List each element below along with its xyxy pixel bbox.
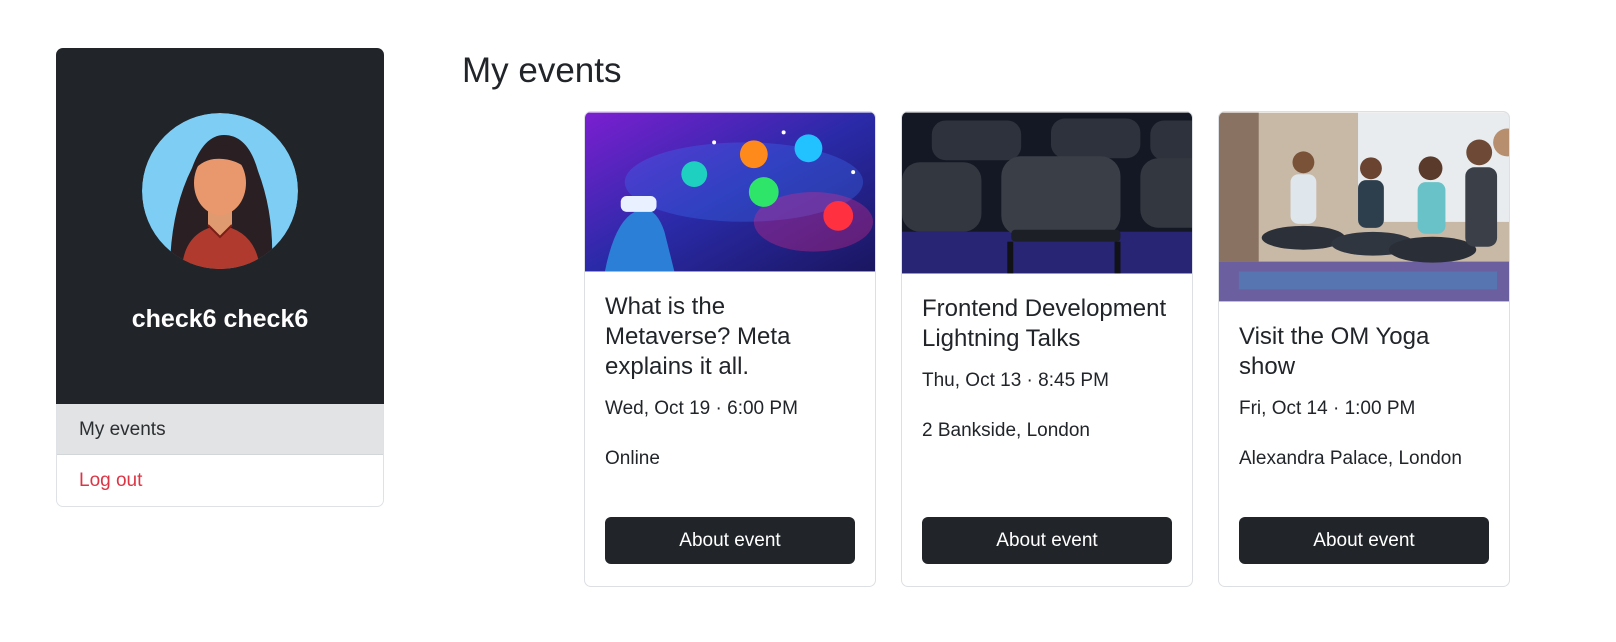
profile-card: check6 check6 <box>56 48 384 404</box>
event-location: 2 Bankside, London <box>922 420 1090 441</box>
event-date: Thu, Oct 13 · 8:45 PM <box>922 370 1109 391</box>
event-date: Wed, Oct 19 · 6:00 PM <box>605 398 798 419</box>
event-title: Visit the OM Yoga show <box>1239 323 1430 380</box>
about-event-button[interactable]: About event <box>605 517 855 564</box>
sidebar-item-my-events[interactable]: My events <box>57 404 383 455</box>
event-card: What is the Metaverse? Meta explains it … <box>584 111 876 587</box>
profile-name: check6 check6 <box>131 305 309 333</box>
sidebar-menu: My events Log out <box>56 404 384 507</box>
about-event-button[interactable]: About event <box>1239 517 1489 564</box>
event-date: Fri, Oct 14 · 1:00 PM <box>1239 398 1416 419</box>
about-event-button[interactable]: About event <box>922 517 1172 564</box>
user-avatar-icon <box>142 113 298 269</box>
sidebar-item-log-out[interactable]: Log out <box>57 455 383 506</box>
event-location: Online <box>605 448 660 469</box>
event-image-metaverse[interactable] <box>585 112 875 272</box>
event-title: What is the Metaverse? Meta explains it … <box>605 293 791 380</box>
event-image-yoga[interactable] <box>1219 112 1509 302</box>
event-image-chairs[interactable] <box>902 112 1192 274</box>
event-location: Alexandra Palace, London <box>1239 448 1462 469</box>
event-card: Frontend Development Lightning Talks Thu… <box>901 111 1193 587</box>
event-title: Frontend Development Lightning Talks <box>922 295 1167 352</box>
event-card: Visit the OM Yoga show Fri, Oct 14 · 1:0… <box>1218 111 1510 587</box>
page-title: My events <box>462 51 622 90</box>
profile-sidebar: check6 check6 My events Log out <box>56 48 384 507</box>
